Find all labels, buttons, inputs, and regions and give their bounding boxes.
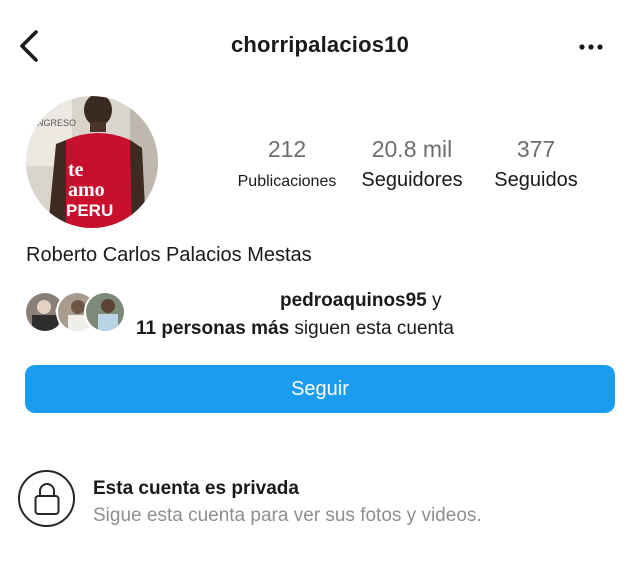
following-label: Seguidos	[494, 169, 578, 191]
more-options-button[interactable]	[576, 38, 612, 56]
follower-avatar	[84, 291, 126, 333]
posts-count: 212	[267, 136, 307, 162]
follow-button[interactable]: Seguir	[25, 365, 615, 413]
followers-count: 20.8 mil	[371, 136, 453, 162]
followed-by-row[interactable]: pedroaquinos95 y 11 personas más siguen …	[24, 287, 604, 343]
lock-icon	[34, 483, 60, 515]
svg-text:te: te	[68, 159, 84, 181]
followed-by-text: pedroaquinos95 y 11 personas más siguen …	[136, 290, 454, 339]
private-title: Esta cuenta es privada	[93, 478, 299, 499]
top-bar: chorripalacios10	[0, 0, 640, 92]
followed-by-user[interactable]: pedroaquinos95	[280, 290, 427, 311]
stat-posts[interactable]: 212 Publicaciones	[230, 136, 344, 194]
stat-followers[interactable]: 20.8 mil Seguidores	[354, 136, 470, 192]
stat-following[interactable]: 377 Seguidos	[486, 136, 586, 192]
followers-label: Seguidores	[361, 169, 463, 191]
profile-avatar[interactable]: ONGRESO te amo PERU	[26, 96, 158, 228]
profile-stats: 212 Publicaciones 20.8 mil Seguidores 37…	[230, 136, 590, 196]
profile-username: chorripalacios10	[230, 32, 410, 57]
svg-text:ONGRESO: ONGRESO	[30, 118, 76, 128]
profile-full-name: Roberto Carlos Palacios Mestas	[26, 244, 312, 266]
private-account-notice: Esta cuenta es privada Sigue esta cuenta…	[18, 470, 618, 542]
more-horizontal-icon	[579, 44, 603, 50]
svg-text:amo: amo	[68, 179, 105, 201]
following-count: 377	[516, 136, 556, 162]
followed-by-others: 11 personas más	[136, 318, 290, 339]
lock-badge	[18, 470, 75, 527]
svg-text:PERU: PERU	[66, 201, 113, 220]
posts-label: Publicaciones	[237, 173, 337, 190]
private-subtitle: Sigue esta cuenta para ver sus fotos y v…	[93, 505, 482, 526]
